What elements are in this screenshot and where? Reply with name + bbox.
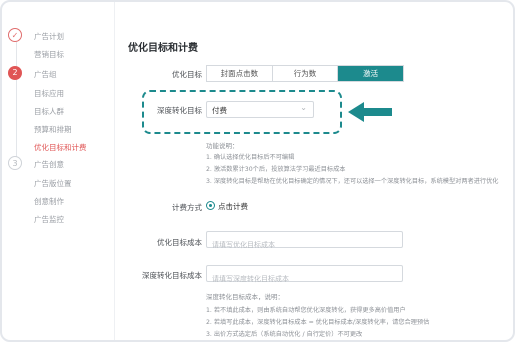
option-activation[interactable]: 激活	[338, 66, 404, 81]
help-line: 1. 确认选择优化目标后不可编辑	[206, 154, 295, 161]
sidebar-item-marketing-goal[interactable]: 营销目标	[34, 49, 64, 60]
deep-conversion-value: 付费	[212, 106, 227, 115]
sidebar-item-ad-group[interactable]: 广告组	[34, 69, 57, 80]
optimize-goal-segmented: 封面点击数 行为数 激活	[206, 65, 404, 82]
step-3-badge: 3	[8, 156, 22, 170]
pointer-arrow-icon	[348, 102, 392, 122]
app-frame: ✓ 广告计划 营销目标 2 广告组 目标应用 目标人群 预算和排期 优化目标和计…	[0, 0, 515, 342]
cost-input-wrap	[206, 231, 403, 253]
step-2-badge: 2	[8, 66, 22, 80]
help-line: 3. 深度转化目标是帮助在优化目标确定的情况下，还可以选择一个深度转化目标，系统…	[206, 178, 499, 185]
sidebar-item-ad-monitoring[interactable]: 广告监控	[34, 214, 64, 225]
sidebar-item-budget-schedule[interactable]: 预算和排期	[34, 124, 72, 135]
note-line: 2. 若填写此成本，深度转化目标成本 = 优化目标成本/深度转化率，请您合理预估	[206, 319, 430, 326]
billing-label: 计费方式	[172, 203, 202, 212]
main-panel: 优化目标和计费 优化目标 封面点击数 行为数 激活 深度转化目标 付费 ⌄ 功能…	[114, 2, 513, 340]
sidebar-item-ad-placement[interactable]: 广告版位置	[34, 178, 72, 189]
step-connector	[16, 42, 17, 162]
billing-radio[interactable]	[206, 201, 215, 210]
cost-input[interactable]	[207, 237, 402, 253]
help-title: 功能说明：	[206, 142, 239, 150]
option-actions[interactable]: 行为数	[273, 66, 339, 81]
note-line: 1. 若不填此成本，则由系统自动帮您优化深度转化，获得更多高价值用户	[206, 307, 406, 314]
step-check-icon: ✓	[8, 28, 22, 42]
optimize-goal-label: 优化目标	[172, 70, 202, 79]
deep-cost-input-wrap	[206, 265, 403, 287]
billing-option-label[interactable]: 点击计费	[218, 201, 248, 212]
page-title: 优化目标和计费	[128, 43, 198, 54]
deep-conversion-select[interactable]: 付费 ⌄	[206, 101, 314, 118]
sidebar: ✓ 广告计划 营销目标 2 广告组 目标应用 目标人群 预算和排期 优化目标和计…	[2, 2, 115, 340]
sidebar-item-ad-plan[interactable]: 广告计划	[34, 31, 64, 42]
sidebar-item-target-app[interactable]: 目标应用	[34, 88, 64, 99]
cost-label: 优化目标成本	[157, 238, 202, 247]
note-title: 深度转化目标成本，说明：	[206, 293, 284, 301]
chevron-down-icon: ⌄	[300, 103, 307, 112]
sidebar-item-creative-production[interactable]: 创意制作	[34, 196, 64, 207]
deep-cost-label: 深度转化目标成本	[142, 271, 202, 280]
option-cover-clicks[interactable]: 封面点击数	[207, 66, 273, 81]
sidebar-item-optimize-billing[interactable]: 优化目标和计费	[34, 142, 87, 153]
deep-cost-input[interactable]	[207, 271, 402, 287]
sidebar-item-target-audience[interactable]: 目标人群	[34, 106, 64, 117]
help-line: 2. 激活数累计30个后，投放算法学习最近目标成本	[206, 166, 346, 173]
note-line: 3. 出价方式选定后（系统自动优化 / 自行定价）不可更改	[206, 331, 363, 338]
deep-conversion-label: 深度转化目标	[157, 106, 202, 115]
sidebar-item-ad-creative[interactable]: 广告创意	[34, 159, 64, 170]
